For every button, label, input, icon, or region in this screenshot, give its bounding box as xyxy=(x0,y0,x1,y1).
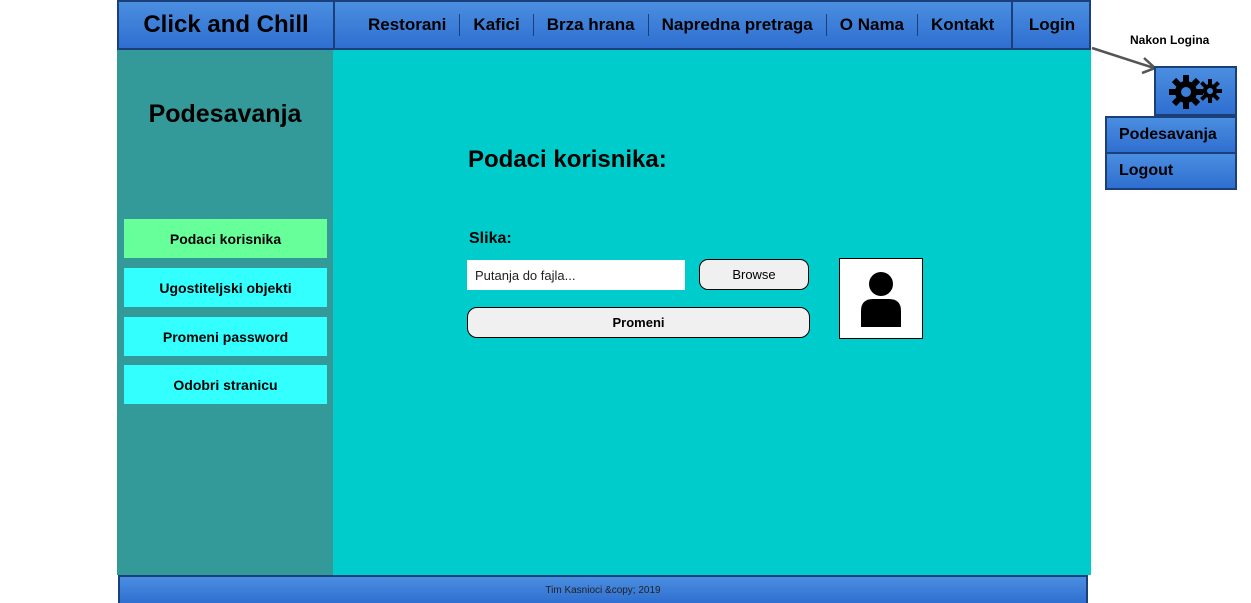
brand-logo[interactable]: Click and Chill xyxy=(119,2,335,48)
sidebar-item-podaci-korisnika[interactable]: Podaci korisnika xyxy=(124,219,327,258)
footer: Tim Kasnioci &copy; 2019 xyxy=(118,575,1088,603)
nav-kontakt[interactable]: Kontakt xyxy=(917,14,1007,36)
change-image-button[interactable]: Promeni xyxy=(467,307,810,338)
image-label: Slika: xyxy=(469,230,512,247)
main-nav: Restorani Kafici Brza hrana Napredna pre… xyxy=(355,2,1007,48)
arrow-icon xyxy=(1091,46,1158,74)
settings-sidebar: Podesavanja Podaci korisnika Ugostiteljs… xyxy=(117,50,333,575)
settings-gear-button[interactable] xyxy=(1154,66,1237,116)
main-content: Podaci korisnika: Slika: Browse Promeni xyxy=(333,50,1091,575)
user-icon xyxy=(861,271,901,327)
sidebar-item-ugostiteljski-objekti[interactable]: Ugostiteljski objekti xyxy=(124,268,327,307)
sidebar-item-odobri-stranicu[interactable]: Odobri stranicu xyxy=(124,365,327,404)
sidebar-title: Podesavanja xyxy=(148,100,302,128)
top-navbar: Click and Chill Restorani Kafici Brza hr… xyxy=(117,0,1091,50)
login-button[interactable]: Login xyxy=(1011,2,1091,48)
avatar-preview xyxy=(839,258,923,339)
nav-brza-hrana[interactable]: Brza hrana xyxy=(532,14,648,36)
dropdown-item-logout[interactable]: Logout xyxy=(1105,152,1237,190)
file-path-input[interactable] xyxy=(467,260,685,290)
dropdown-item-podesavanja[interactable]: Podesavanja xyxy=(1105,116,1237,154)
nav-kafici[interactable]: Kafici xyxy=(459,14,532,36)
page-title: Podaci korisnika: xyxy=(468,146,667,173)
nav-napredna-pretraga[interactable]: Napredna pretraga xyxy=(647,14,826,36)
sidebar-item-promeni-password[interactable]: Promeni password xyxy=(124,317,327,356)
gears-icon xyxy=(1168,75,1222,109)
browse-button[interactable]: Browse xyxy=(699,259,809,290)
nav-o-nama[interactable]: O Nama xyxy=(825,14,917,36)
nav-restorani[interactable]: Restorani xyxy=(355,14,459,36)
